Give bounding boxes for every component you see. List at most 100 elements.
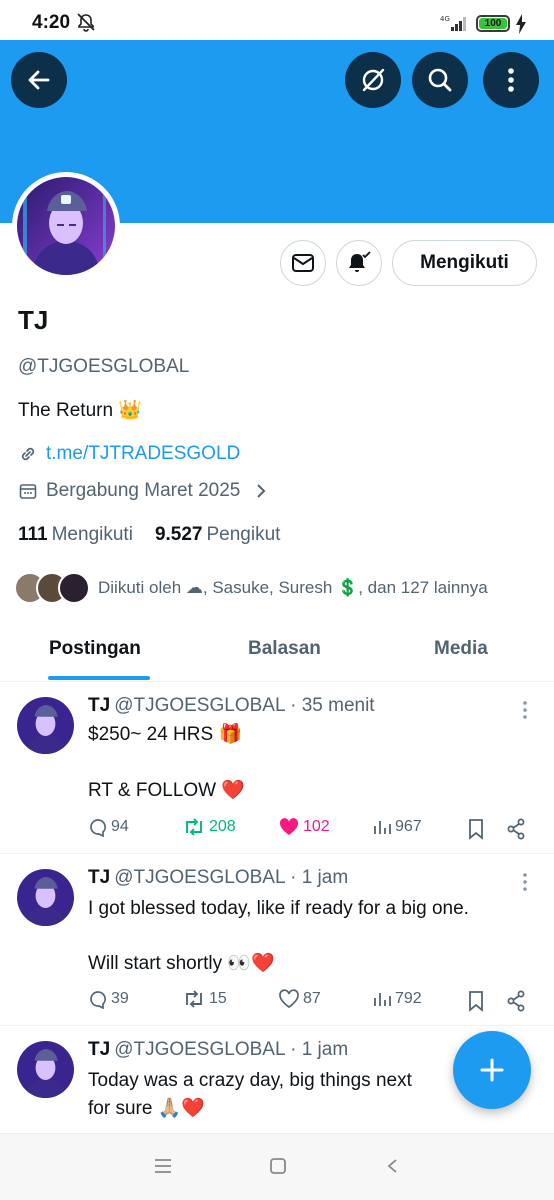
post-text-line: I got blessed today, like if ready for a…	[88, 898, 469, 919]
status-bar: 4:20 4G 100	[0, 0, 554, 40]
followed-by-text: Diikuti oleh ☁︎, Sasuke, Suresh 💲, dan 1…	[98, 578, 488, 597]
following-stat[interactable]: 111 Mengikuti	[18, 524, 133, 546]
search-button[interactable]	[412, 52, 468, 108]
repost-icon	[186, 990, 202, 1008]
battery-icon: 100	[476, 15, 510, 32]
views-button[interactable]: 792	[372, 989, 422, 1009]
signal-icon: 4G	[440, 15, 466, 31]
profile-handle: @TJGOESGLOBAL	[18, 356, 190, 377]
post-actions: 39 15 87 792	[88, 989, 538, 1013]
back-button[interactable]	[11, 52, 67, 108]
menu-icon[interactable]	[154, 1158, 172, 1174]
post-more-icon[interactable]	[518, 699, 532, 721]
repost-icon	[186, 818, 202, 836]
post[interactable]: TJ @TJGOESGLOBAL · 1 jam I got blessed to…	[0, 855, 554, 1026]
share-icon[interactable]	[506, 818, 526, 840]
repost-count: 15	[209, 990, 227, 1007]
joined-row[interactable]: Bergabung Maret 2025	[18, 480, 268, 502]
post-header: TJ @TJGOESGLOBAL · 1 jam	[88, 1039, 348, 1061]
reply-count: 39	[111, 990, 129, 1007]
tab-replies[interactable]: Balasan	[248, 638, 321, 660]
profile-link[interactable]: t.me/TJTRADESGOLD	[46, 443, 240, 465]
post-avatar[interactable]	[17, 869, 74, 926]
link-icon	[21, 447, 35, 461]
search-icon	[428, 68, 452, 92]
chevron-right-icon	[257, 484, 266, 498]
more-vertical-icon	[508, 68, 514, 92]
reply-button[interactable]: 94	[88, 817, 129, 837]
avatar[interactable]	[12, 172, 120, 280]
heart-icon	[279, 989, 299, 1009]
profile-bio: The Return 👑	[18, 400, 142, 421]
network-label: 4G	[440, 15, 450, 23]
heart-filled-icon	[279, 818, 299, 835]
back-chevron-icon[interactable]	[385, 1158, 399, 1174]
like-button[interactable]: 102	[278, 817, 330, 837]
status-time: 4:20	[32, 12, 71, 33]
views-button[interactable]: 967	[372, 817, 422, 837]
tab-media[interactable]: Media	[434, 638, 488, 660]
post-more-icon[interactable]	[518, 871, 532, 893]
charging-icon	[516, 14, 526, 34]
view-count: 792	[395, 990, 422, 1007]
reply-count: 94	[111, 818, 129, 835]
plus-icon	[480, 1058, 504, 1082]
back-arrow-icon	[28, 70, 50, 90]
post-time: · 1 jam	[290, 1039, 349, 1060]
followers-label: Pengikut	[206, 524, 281, 545]
post-author-handle[interactable]: @TJGOESGLOBAL	[114, 867, 285, 888]
calendar-icon	[19, 484, 37, 499]
post-avatar[interactable]	[17, 1041, 74, 1098]
post-actions: 94 208 102 967	[88, 817, 538, 841]
avatar-image	[17, 869, 74, 926]
active-tab-indicator	[48, 676, 150, 680]
followers-stat[interactable]: 9.527 Pengikut	[155, 524, 281, 546]
profile-tabs: Postingan Balasan Media	[0, 626, 554, 682]
repost-button[interactable]: 208	[182, 817, 236, 837]
tab-posts[interactable]: Postingan	[49, 638, 141, 660]
bookmark-icon[interactable]	[467, 818, 485, 840]
following-label: Mengikuti	[51, 524, 133, 545]
grok-icon	[362, 68, 385, 92]
post-text-line: Today was a crazy day, big things next	[88, 1070, 412, 1091]
notifications-button[interactable]	[336, 240, 382, 286]
post-author-handle[interactable]: @TJGOESGLOBAL	[114, 695, 285, 716]
profile-name: TJ	[18, 305, 49, 335]
message-button[interactable]	[280, 240, 326, 286]
home-square-icon[interactable]	[269, 1158, 287, 1174]
post-header: TJ @TJGOESGLOBAL · 35 menit	[88, 695, 375, 717]
post-author-name[interactable]: TJ	[88, 1039, 110, 1060]
bookmark-icon[interactable]	[467, 990, 485, 1012]
post-text-line: Will start shortly 👀❤️	[88, 953, 275, 974]
share-icon[interactable]	[506, 990, 526, 1012]
battery-level: 100	[479, 18, 507, 29]
post-avatar[interactable]	[17, 697, 74, 754]
post-time: · 35 menit	[290, 695, 375, 716]
joined-date: Bergabung Maret 2025	[46, 480, 241, 501]
post-text-line: for sure 🙏🏼❤️	[88, 1098, 206, 1119]
post-header: TJ @TJGOESGLOBAL · 1 jam	[88, 867, 348, 889]
post-author-name[interactable]: TJ	[88, 867, 110, 888]
grok-button[interactable]	[345, 52, 401, 108]
post[interactable]: TJ @TJGOESGLOBAL · 35 menit $250~ 24 HRS …	[0, 683, 554, 854]
repost-count: 208	[209, 818, 236, 835]
avatar-image	[17, 1041, 74, 1098]
following-button[interactable]: Mengikuti	[392, 240, 537, 286]
follower-avatar	[58, 572, 90, 604]
more-button[interactable]	[483, 52, 539, 108]
reply-icon	[90, 819, 106, 837]
like-button[interactable]: 87	[278, 989, 321, 1009]
post-author-handle[interactable]: @TJGOESGLOBAL	[114, 1039, 285, 1060]
view-count: 967	[395, 818, 422, 835]
followers-count: 9.527	[154, 524, 203, 545]
followed-by-row[interactable]: Diikuti oleh ☁︎, Sasuke, Suresh 💲, dan 1…	[14, 572, 488, 604]
profile-link-row[interactable]: t.me/TJTRADESGOLD	[18, 443, 240, 465]
compose-button[interactable]	[453, 1031, 531, 1109]
repost-button[interactable]: 15	[182, 989, 227, 1009]
post-author-name[interactable]: TJ	[88, 695, 110, 716]
envelope-icon	[292, 254, 314, 272]
views-icon	[374, 993, 391, 1006]
reply-button[interactable]: 39	[88, 989, 129, 1009]
views-icon	[374, 821, 391, 834]
system-nav-bar	[0, 1133, 554, 1200]
